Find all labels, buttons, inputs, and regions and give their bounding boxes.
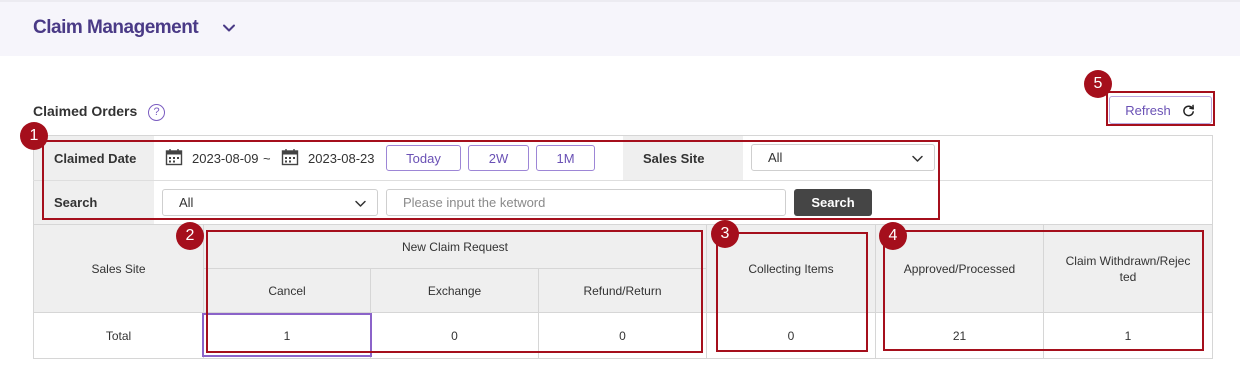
claimed-date-label: Claimed Date [34, 136, 154, 180]
exchange-count[interactable]: 0 [371, 313, 538, 358]
grid-line [538, 268, 539, 358]
grid-line [706, 225, 707, 358]
today-button[interactable]: Today [386, 145, 461, 171]
sales-site-value: All [768, 150, 783, 165]
grid-line [203, 225, 204, 358]
date-to-field[interactable]: 2023-08-23 [308, 151, 375, 166]
refresh-icon [1182, 104, 1194, 116]
search-label: Search [34, 181, 154, 224]
cancel-header: Cancel [204, 269, 370, 312]
chevron-down-icon [912, 155, 923, 162]
page-title: Claim Management [33, 17, 199, 38]
section-title: Claimed Orders [33, 103, 138, 119]
filter-divider [33, 180, 1213, 181]
calendar-icon[interactable] [281, 148, 299, 166]
claim-withdrawn-rejected-count[interactable]: 1 [1044, 313, 1212, 358]
refund-return-header: Refund/Return [539, 269, 706, 312]
collecting-items-count[interactable]: 0 [707, 313, 875, 358]
date-separator: ~ [263, 151, 271, 166]
sales-site-select[interactable]: All [751, 144, 935, 171]
chevron-down-icon[interactable] [221, 20, 237, 36]
date-from-field[interactable]: 2023-08-09 [192, 151, 259, 166]
grid-line [1043, 225, 1044, 358]
chevron-down-icon [355, 200, 366, 207]
annotation-badge-1: 1 [20, 122, 48, 150]
grid-line [204, 268, 706, 269]
one-month-button[interactable]: 1M [536, 145, 595, 171]
search-button[interactable]: Search [794, 189, 872, 216]
refresh-button[interactable]: Refresh [1109, 96, 1212, 124]
refresh-label: Refresh [1125, 102, 1171, 118]
total-row-label: Total [105, 328, 132, 343]
annotation-badge-2: 2 [176, 222, 204, 250]
approved-processed-count[interactable]: 21 [876, 313, 1043, 358]
cancel-count[interactable]: 1 [204, 313, 370, 358]
grid-line [34, 312, 1212, 313]
new-claim-header: New Claim Request [204, 225, 706, 268]
search-type-value: All [179, 195, 194, 210]
grid-line [875, 225, 876, 358]
claim-withdrawn-rejected-header: Claim Withdrawn/Rejected [1044, 225, 1212, 312]
exchange-header: Exchange [371, 269, 538, 312]
grid-line [370, 268, 371, 358]
refund-return-count[interactable]: 0 [539, 313, 706, 358]
sales-site-label: Sales Site [623, 136, 743, 180]
two-weeks-button[interactable]: 2W [468, 145, 529, 171]
help-icon[interactable]: ? [148, 104, 165, 121]
annotation-badge-4: 4 [879, 222, 907, 250]
annotation-badge-3: 3 [711, 220, 739, 248]
calendar-icon[interactable] [165, 148, 183, 166]
keyword-input[interactable] [386, 189, 786, 216]
annotation-badge-5: 5 [1084, 70, 1112, 98]
search-type-select[interactable]: All [162, 189, 378, 216]
